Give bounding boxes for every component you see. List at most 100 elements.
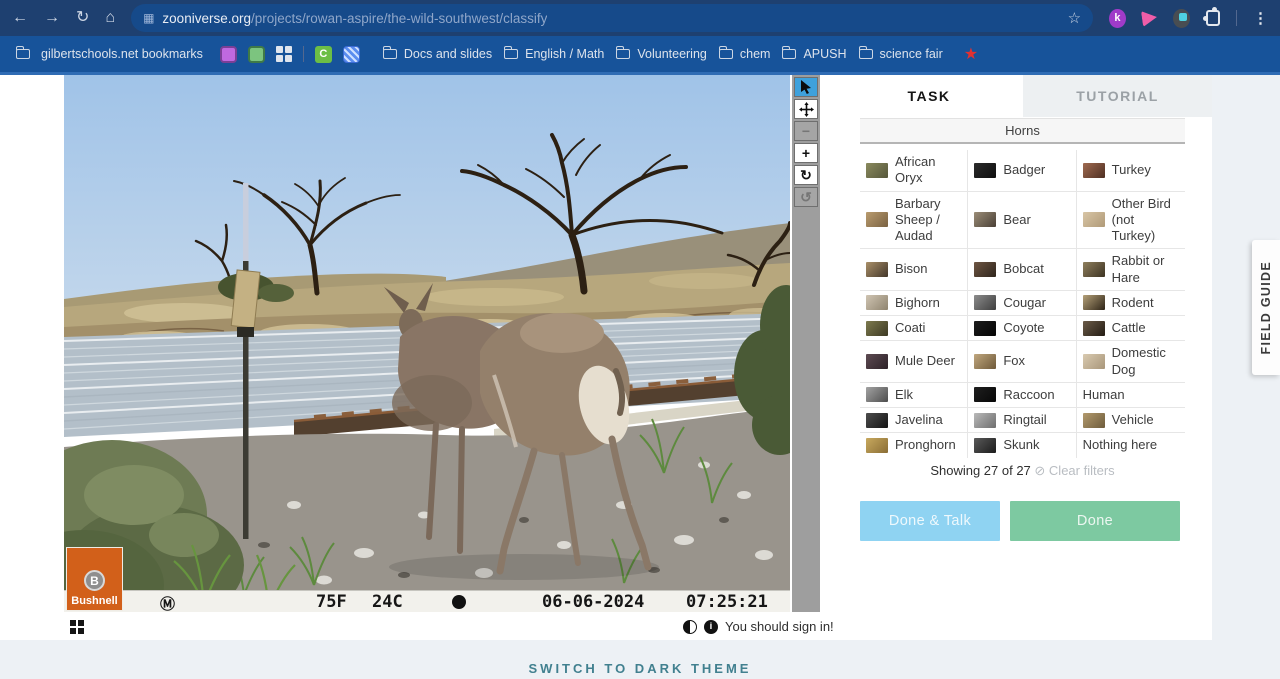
choice-skunk[interactable]: Skunk <box>968 433 1077 458</box>
subject-viewer[interactable]: Ⓜ 75F 24C 06-06-2024 07:25:21 B Bushnell <box>64 75 790 612</box>
choice-label: Nothing here <box>1082 437 1158 453</box>
choice-thumbnail <box>866 320 888 336</box>
choice-rabbit-or-hare[interactable]: Rabbit or Hare <box>1076 249 1185 291</box>
rotate-button[interactable]: ↻ <box>794 165 818 185</box>
dark-extension-icon[interactable] <box>1172 8 1190 28</box>
choice-ringtail[interactable]: Ringtail <box>968 408 1077 434</box>
choice-thumbnail <box>866 437 888 453</box>
star-favicon-bookmark[interactable]: ★ <box>964 44 978 64</box>
bookmark-folders: Docs and slides English / Math Volunteerin… <box>371 46 943 61</box>
invert-colors-icon[interactable] <box>683 619 697 634</box>
zoom-in-button[interactable]: + <box>794 143 818 163</box>
reset-icon: ↺ <box>800 189 812 205</box>
choice-label: Domestic Dog <box>1111 345 1166 377</box>
kami-extension-icon[interactable]: k <box>1109 8 1126 28</box>
pointer-tool-button[interactable] <box>794 77 818 97</box>
subject-layout-grid-icon[interactable] <box>70 620 84 634</box>
url-path: /projects/rowan-aspire/the-wild-southwes… <box>250 10 548 26</box>
purple-app-bookmark-icon[interactable] <box>219 45 237 63</box>
bookmark-folder-docs-and-slides[interactable]: Docs and slides <box>382 46 492 61</box>
pink-extension-icon[interactable] <box>1140 9 1158 27</box>
choice-thumbnail <box>1082 212 1105 228</box>
choice-label: Rabbit or Hare <box>1111 253 1165 285</box>
url-text[interactable]: zooniverse.org/projects/rowan-aspire/the… <box>162 11 547 26</box>
choice-raccoon[interactable]: Raccoon <box>968 382 1077 408</box>
bookmark-folder-chem[interactable]: chem <box>718 46 770 61</box>
rotate-icon: ↻ <box>800 167 812 183</box>
choice-elk[interactable]: Elk <box>860 382 969 408</box>
camera-trap-photo[interactable] <box>64 75 790 612</box>
choice-turkey[interactable]: Turkey <box>1076 150 1185 192</box>
classroom-bookmark-icon[interactable]: C <box>314 45 332 63</box>
choice-bobcat[interactable]: Bobcat <box>968 249 1077 291</box>
bookmark-folder-volunteering[interactable]: Volunteering <box>616 46 707 61</box>
tab-tutorial[interactable]: TUTORIAL <box>1023 75 1212 117</box>
choice-human[interactable]: Human <box>1076 383 1185 408</box>
choice-javelina[interactable]: Javelina <box>860 408 969 434</box>
bookmark-folder-apush[interactable]: APUSH <box>782 46 847 61</box>
choice-nothing-here[interactable]: Nothing here <box>1077 433 1185 457</box>
choice-fox[interactable]: Fox <box>968 341 1077 383</box>
choice-domestic-dog[interactable]: Domestic Dog <box>1076 341 1185 383</box>
address-bar[interactable]: ▦ zooniverse.org/projects/rowan-aspire/t… <box>131 4 1094 32</box>
bookmark-star-icon[interactable]: ☆ <box>1068 9 1081 27</box>
choice-coyote[interactable]: Coyote <box>968 316 1077 342</box>
forward-icon[interactable]: → <box>44 10 60 26</box>
choice-bighorn[interactable]: Bighorn <box>860 290 969 316</box>
reset-view-button[interactable]: ↺ <box>794 187 818 207</box>
choice-thumbnail <box>974 162 997 178</box>
choice-other-bird-not-turkey[interactable]: Other Bird (not Turkey) <box>1076 192 1185 250</box>
choice-bison[interactable]: Bison <box>860 249 969 291</box>
choice-pronghorn[interactable]: Pronghorn <box>860 433 969 458</box>
choice-barbary-sheep-audad[interactable]: Barbary Sheep / Audad <box>860 191 969 250</box>
clear-filters-label: Clear filters <box>1048 462 1115 478</box>
choice-label: Turkey <box>1111 162 1151 178</box>
choice-thumbnail <box>1082 320 1105 336</box>
back-icon[interactable]: ← <box>12 10 28 26</box>
bookmark-folder-science-fair[interactable]: science fair <box>858 46 943 61</box>
reload-icon[interactable]: ↻ <box>76 10 89 26</box>
info-icon[interactable]: i <box>704 619 718 634</box>
folder-icon <box>504 46 519 59</box>
choice-vehicle[interactable]: Vehicle <box>1076 408 1185 434</box>
choice-coati[interactable]: Coati <box>860 316 969 342</box>
pointer-icon <box>801 80 811 94</box>
bushnell-emblem-icon: B <box>84 570 105 591</box>
theme-toggle-link[interactable]: SWITCH TO DARK THEME <box>0 661 1280 676</box>
home-icon[interactable]: ⌂ <box>105 10 115 26</box>
browser-toolbar: ← → ↻ ⌂ ▦ zooniverse.org/projects/rowan-… <box>0 0 1280 36</box>
camera-date: 06-06-2024 <box>542 592 645 612</box>
done-and-talk-button[interactable]: Done & Talk <box>860 500 1000 541</box>
folder-icon <box>718 46 733 59</box>
choice-badger[interactable]: Badger <box>968 150 1077 192</box>
action-buttons: Done & Talk Done <box>860 500 1185 541</box>
choice-cattle[interactable]: Cattle <box>1076 316 1185 342</box>
blue-striped-bookmark-icon[interactable] <box>342 45 360 63</box>
choice-label: Bobcat <box>1003 261 1044 277</box>
choice-label: Skunk <box>1003 437 1040 453</box>
choice-rodent[interactable]: Rodent <box>1076 291 1185 316</box>
temperature-fahrenheit: 75F <box>316 592 347 612</box>
choice-bear[interactable]: Bear <box>968 191 1077 250</box>
field-guide-button[interactable]: FIELD GUIDE <box>1252 240 1280 375</box>
bookmark-folder-english-math[interactable]: English / Math <box>504 46 604 61</box>
done-button[interactable]: Done <box>1010 500 1180 541</box>
pan-tool-button[interactable] <box>794 99 818 119</box>
folder-icon <box>382 46 397 59</box>
clear-filters-button[interactable]: ⊘ Clear filters <box>1034 463 1114 478</box>
choice-mule-deer[interactable]: Mule Deer <box>860 341 969 383</box>
tab-task[interactable]: TASK <box>835 75 1023 117</box>
choice-african-oryx[interactable]: African Oryx <box>860 150 969 192</box>
choice-label: Bison <box>895 261 928 277</box>
bookmarks-manager-label[interactable]: gilbertschools.net bookmarks <box>41 47 203 61</box>
filter-header[interactable]: Horns <box>860 118 1185 144</box>
bookmarks-manager-folder-icon[interactable] <box>16 46 30 59</box>
browser-menu-icon[interactable]: ⋮ <box>1253 9 1268 27</box>
apps-grid-icon[interactable] <box>275 46 292 62</box>
site-info-icon[interactable]: ▦ <box>143 11 154 25</box>
extensions-puzzle-icon[interactable] <box>1202 7 1221 26</box>
choice-cougar[interactable]: Cougar <box>968 290 1077 316</box>
green-app-bookmark-icon[interactable] <box>247 45 265 63</box>
choice-label: Coyote <box>1003 320 1045 335</box>
zoom-out-button[interactable]: − <box>794 121 818 141</box>
